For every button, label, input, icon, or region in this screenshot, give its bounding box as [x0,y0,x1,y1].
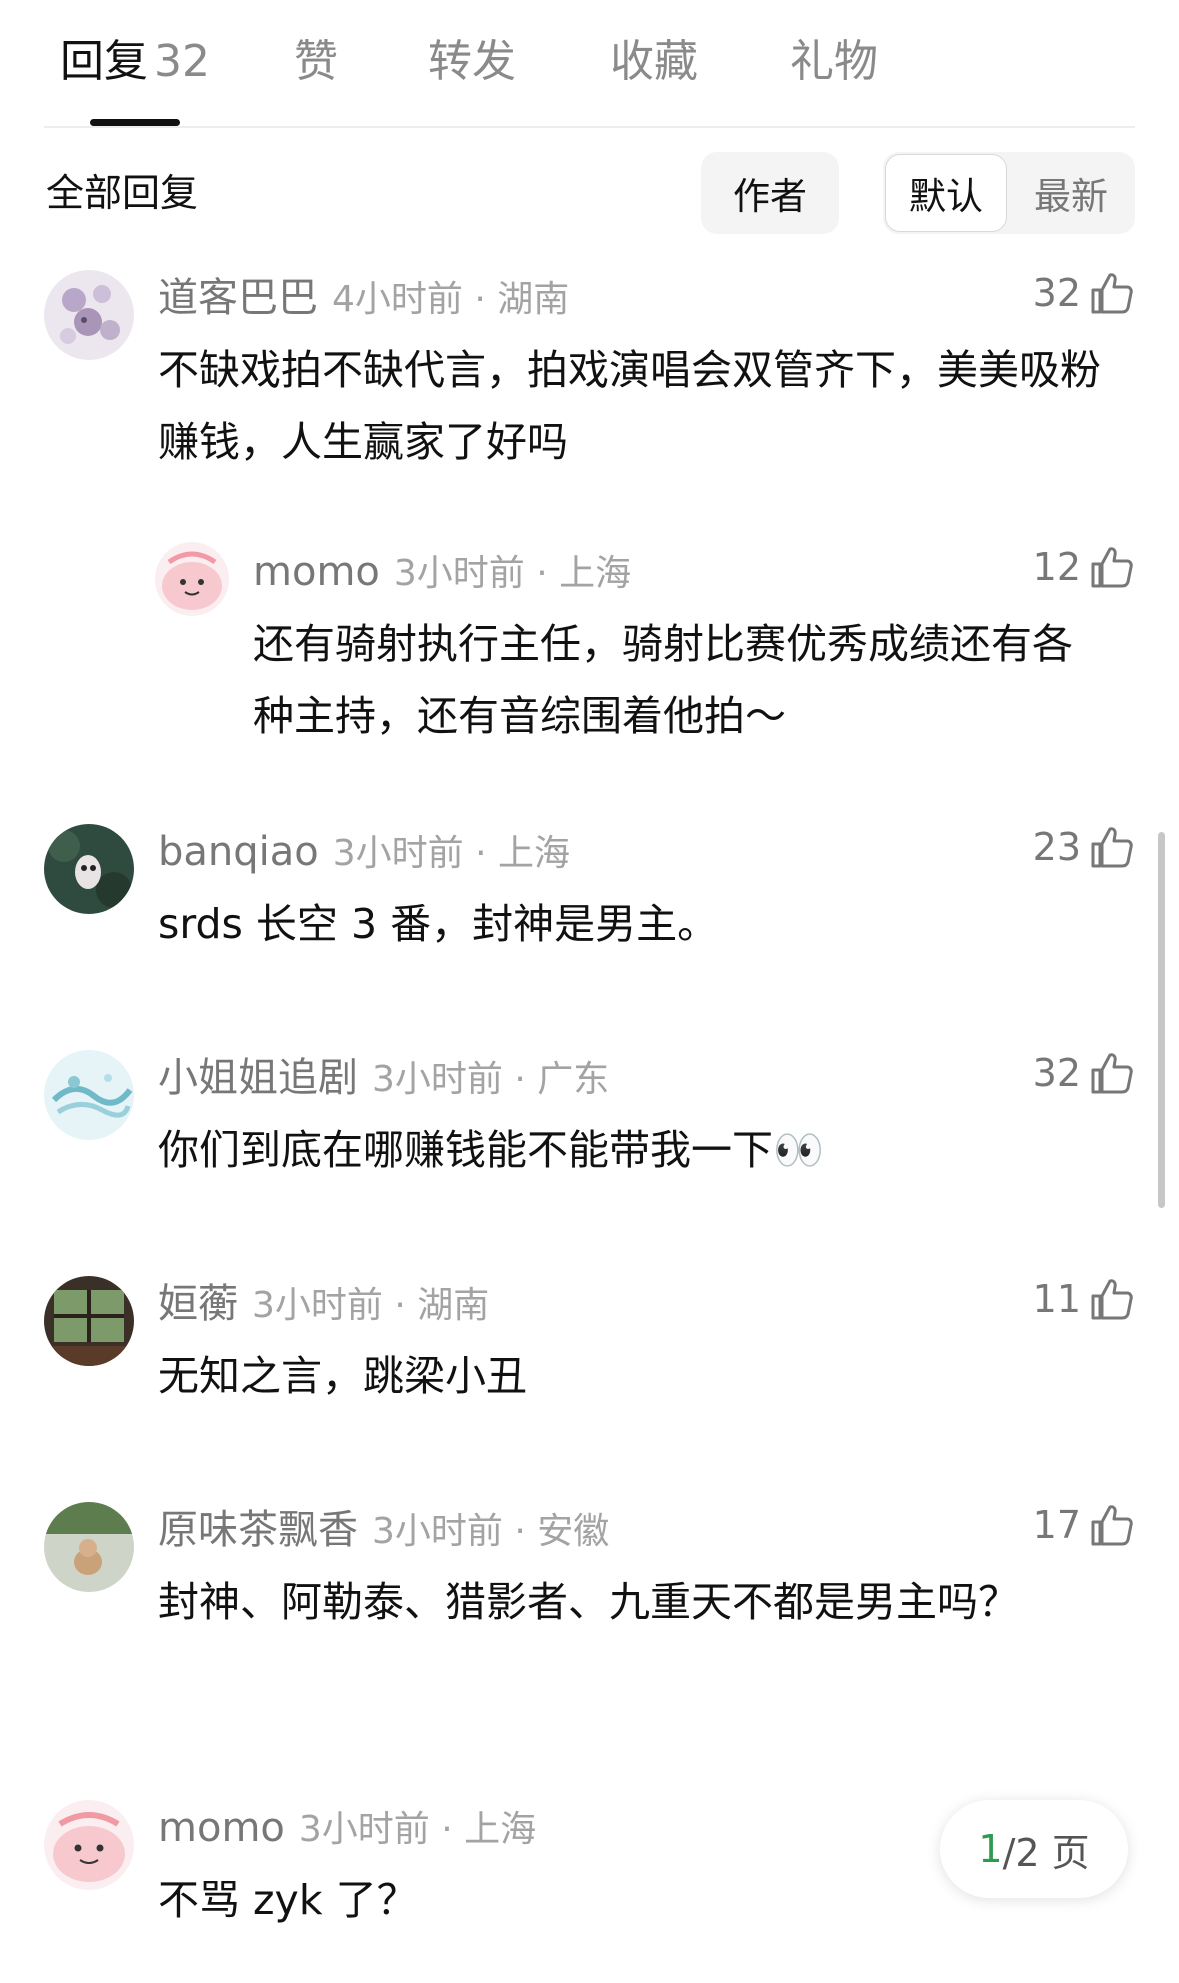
pink-cartoon-avatar[interactable] [155,542,229,616]
floral-avatar[interactable] [44,270,134,360]
tab-likes[interactable]: 赞 [294,36,338,88]
comment-text: srds 长空 3 番，封神是男主。 [158,900,719,948]
comment-text: 你们到底在哪赚钱能不能带我一下👀 [158,1126,825,1174]
tab-replies-label: 回复 [60,36,148,87]
dark-green-avatar[interactable] [44,824,134,914]
username[interactable]: 小姐姐追剧 [158,1055,358,1101]
comment-region: 湖南 [417,1285,490,1326]
like-count: 32 [1032,271,1081,315]
thumbs-up-icon [1091,273,1133,314]
comment-time: 3小时前 [332,833,464,874]
comment-region: 安徽 [537,1511,610,1552]
comment-text: 不缺戏拍不缺代言，拍戏演唱会双管齐下，美美吸粉赚钱，人生赢家了好吗 [158,346,1101,466]
total-pages: /2 页 [1002,1830,1090,1875]
tab-replies[interactable]: 回复 32 [60,36,210,88]
thumbs-up-icon [1091,1279,1133,1320]
current-page: 1 [978,1827,1003,1871]
like-count: 11 [1032,1277,1081,1321]
like-count: 12 [1032,545,1081,589]
comment-time: 3小时前 [252,1285,383,1326]
like-button[interactable]: 17 [1033,1502,1135,1548]
username[interactable]: banqiao [158,829,319,875]
pink-cartoon-avatar[interactable] [44,1800,134,1890]
comment-region: 湖南 [497,279,570,320]
tab-bar: 回复 32 赞 转发 收藏 礼物 [0,0,1179,128]
meta-separator: · [474,279,486,320]
dog-avatar[interactable] [44,1502,134,1592]
sort-newest-button[interactable]: 最新 [1009,154,1133,232]
comment-time: 4小时前 [332,279,463,320]
comment-text: 不骂 zyk 了？ [158,1876,418,1924]
username[interactable]: 道客巴巴 [158,275,318,321]
sort-segmented-control: 默认 最新 [883,152,1135,234]
comment-region: 上海 [498,833,571,874]
comment-region: 上海 [464,1809,537,1850]
scrollbar[interactable] [1158,832,1165,1208]
meta-separator: · [536,553,548,594]
tab-favorites[interactable]: 收藏 [610,36,698,88]
username[interactable]: 姮蘅 [158,1281,238,1327]
active-tab-indicator [90,119,180,126]
like-count: 23 [1032,825,1081,869]
comment-region: 广东 [537,1059,610,1100]
tab-gifts[interactable]: 礼物 [790,36,878,88]
comment-text: 还有骑射执行主任，骑射比赛优秀成绩还有各种主持，还有音综围着他拍～ [253,620,1073,740]
bottom-fade [0,1938,1179,1983]
meta-separator: · [441,1809,453,1850]
like-count: 17 [1032,1503,1081,1547]
comment-region: 上海 [559,553,632,594]
thumbs-up-icon [1091,1505,1133,1546]
water-splash-avatar[interactable] [44,1050,134,1140]
like-button[interactable]: 32 [1033,1050,1135,1096]
comment-time: 3小时前 [372,1059,503,1100]
sort-default-button[interactable]: 默认 [885,154,1007,232]
meta-separator: · [514,1059,526,1100]
like-button[interactable]: 12 [1033,544,1135,590]
meta-separator: · [514,1511,526,1552]
page-indicator[interactable]: 1/2 页 [940,1800,1128,1898]
like-count: 32 [1032,1051,1081,1095]
meta-separator: · [475,833,487,874]
comment-time: 3小时前 [393,553,525,594]
meta-separator: · [394,1285,406,1326]
author-filter-button[interactable]: 作者 [701,152,839,234]
tab-reposts[interactable]: 转发 [428,36,516,88]
like-button[interactable]: 11 [1033,1276,1135,1322]
like-button[interactable]: 23 [1033,824,1135,870]
comment-text: 封神、阿勒泰、猎影者、九重天不都是男主吗？ [158,1578,1019,1626]
thumbs-up-icon [1091,827,1133,868]
all-replies-label: 全部回复 [46,171,199,215]
tabs-divider [44,126,1135,128]
thumbs-up-icon [1091,547,1133,588]
window-avatar[interactable] [44,1276,134,1366]
tab-replies-count: 32 [154,36,210,87]
like-button[interactable]: 32 [1033,270,1135,316]
username[interactable]: momo [253,549,380,595]
username[interactable]: momo [158,1805,285,1851]
thumbs-up-icon [1091,1053,1133,1094]
comment-time: 3小时前 [372,1511,503,1552]
comment-time: 3小时前 [298,1809,430,1850]
comment-text: 无知之言，跳梁小丑 [158,1352,527,1400]
username[interactable]: 原味茶飘香 [158,1507,358,1553]
